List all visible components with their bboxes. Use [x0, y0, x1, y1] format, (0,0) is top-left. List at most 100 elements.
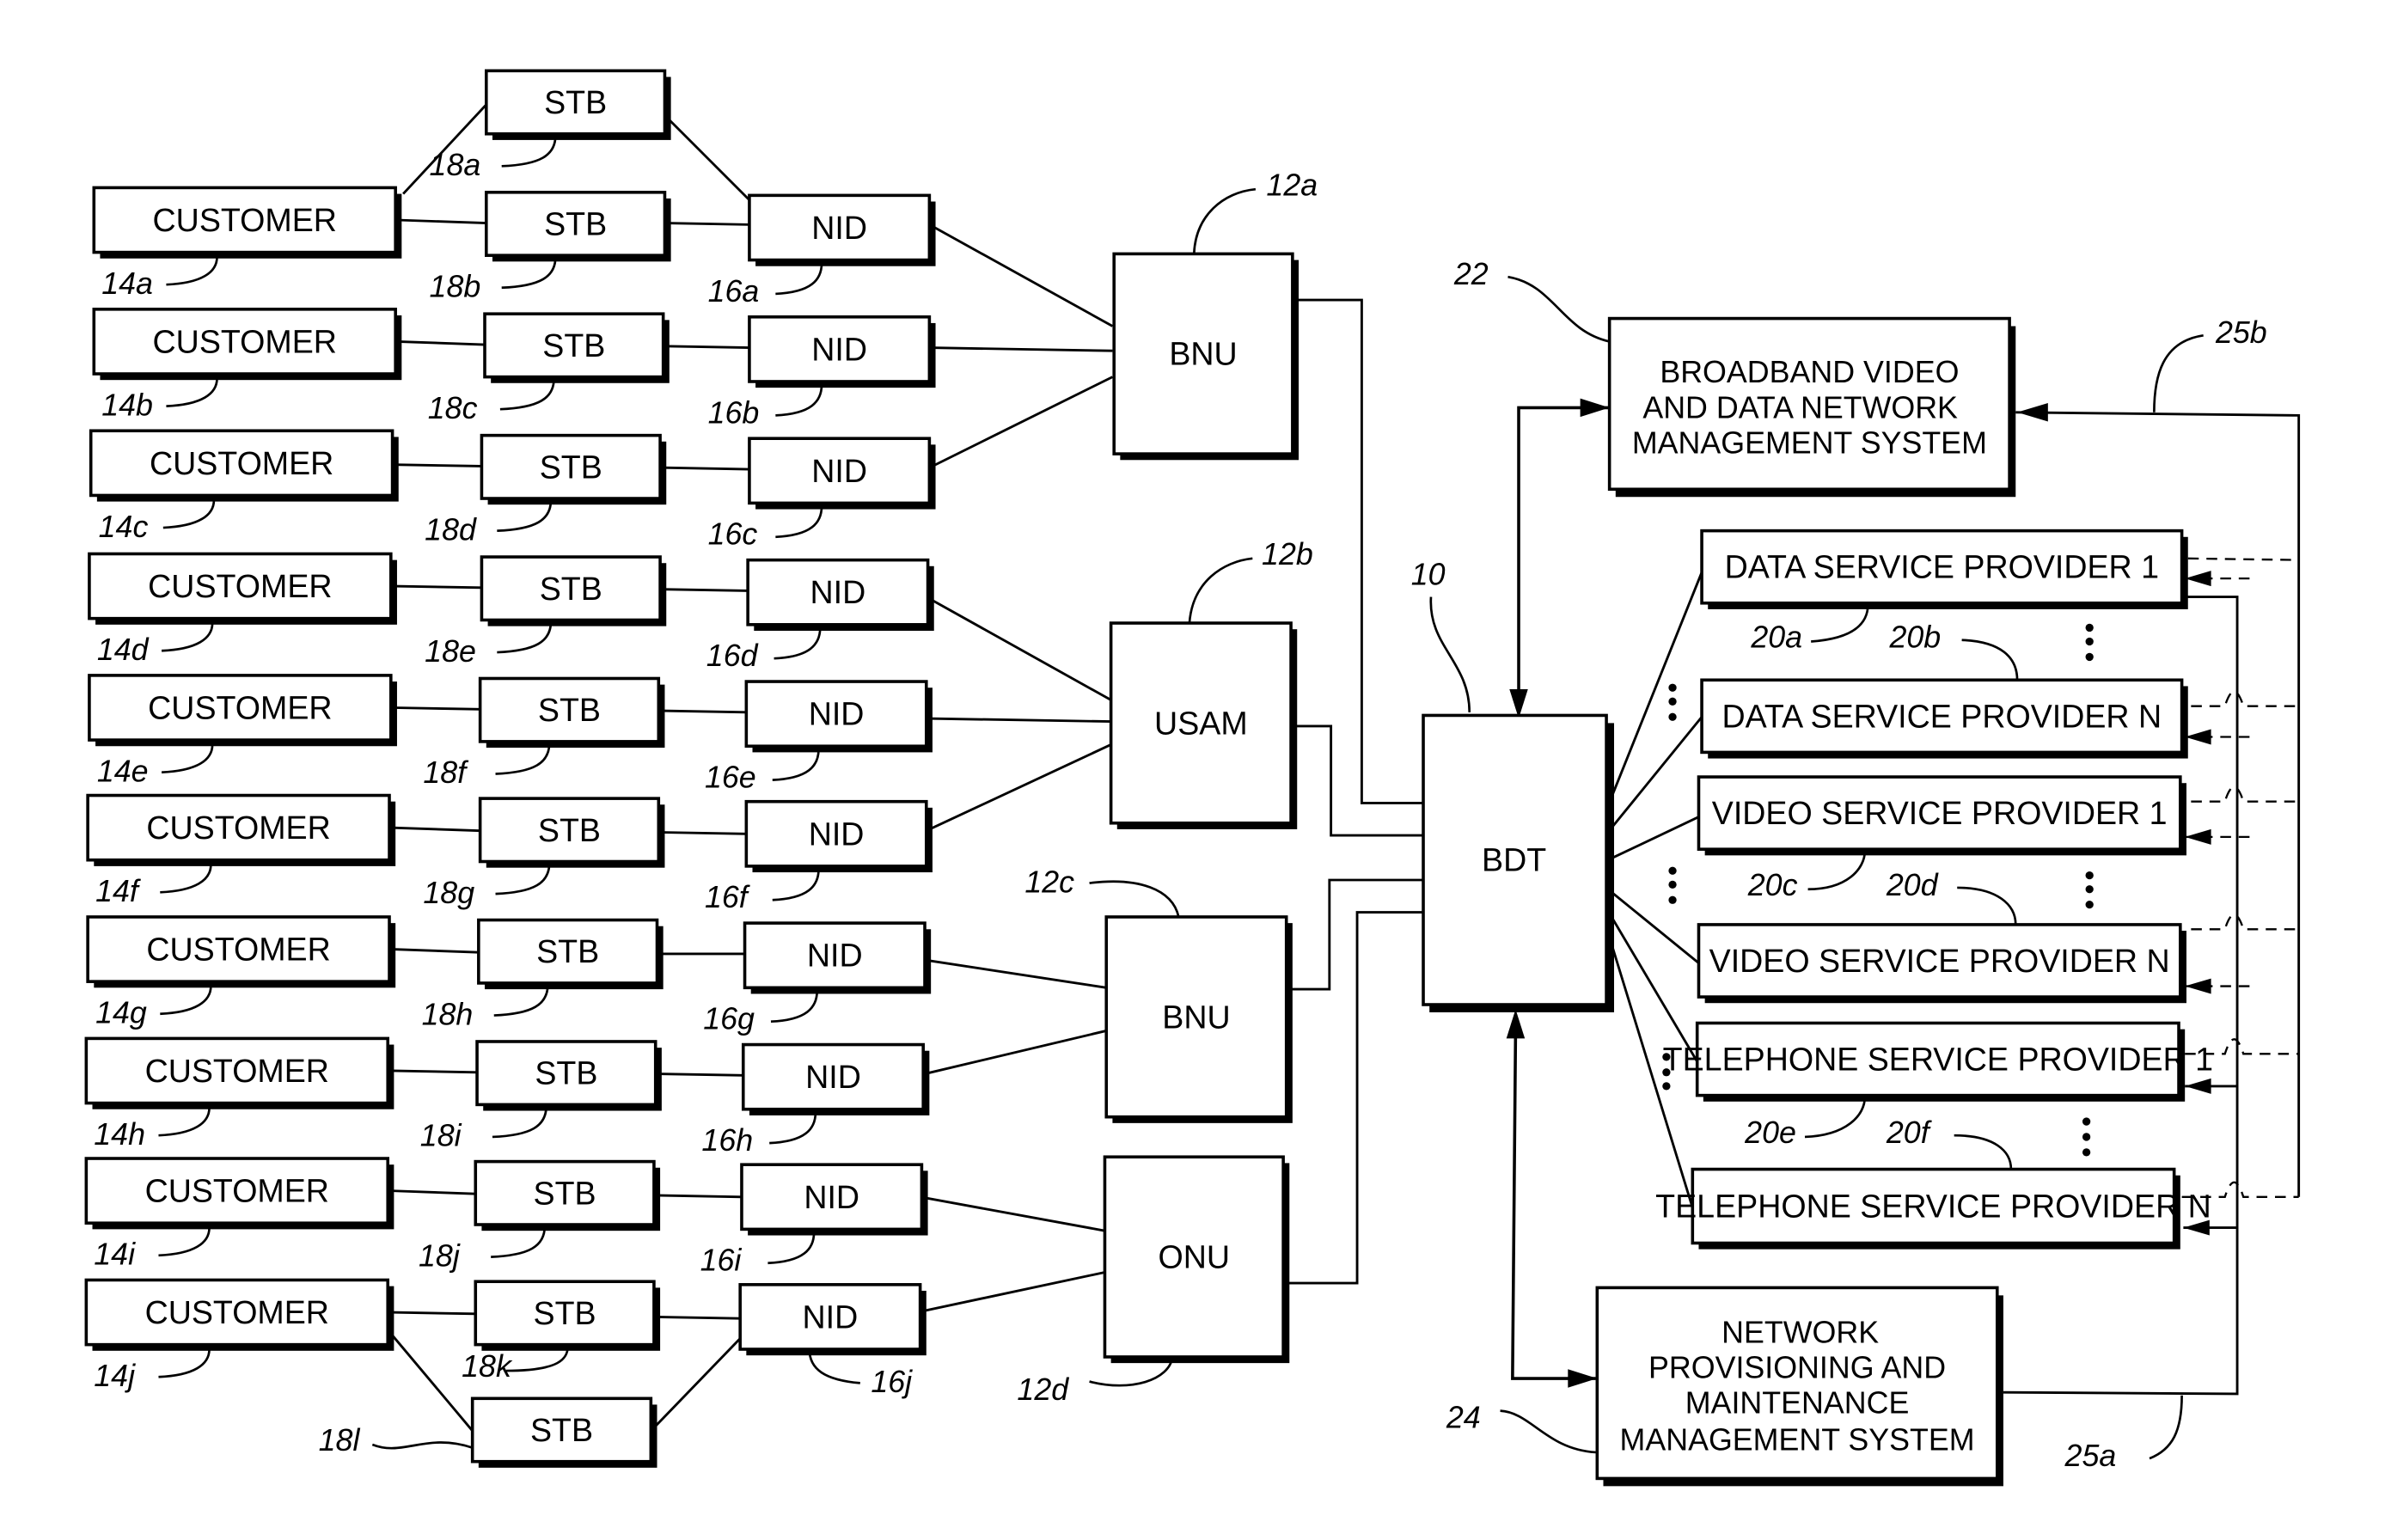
bdt-box: BDT [1422, 713, 1615, 1012]
customer-box-ref: 14d [97, 632, 150, 667]
provisioning-ref: 24 [1446, 1400, 1481, 1434]
nid-box-label: NID [809, 696, 865, 732]
nid-box-label: NID [811, 210, 867, 246]
service-provider-box-label: DATA SERVICE PROVIDER N [1722, 698, 2162, 734]
service-provider-box-label: DATA SERVICE PROVIDER 1 [1725, 549, 2159, 585]
stb-box: STB [480, 433, 667, 505]
service-provider-box: TELEPHONE SERVICE PROVIDER N [1655, 1167, 2211, 1250]
stb-box-label: STB [538, 692, 601, 728]
stb-box-label: STB [538, 812, 601, 848]
access-unit-box: BNU [1112, 252, 1300, 461]
nid-box: NID [738, 1283, 926, 1356]
nid-box-label: NID [811, 331, 867, 367]
customers: CUSTOMER14aCUSTOMER14bCUSTOMER14cCUSTOME… [84, 186, 402, 1393]
stb-box-ref: 18i [420, 1119, 462, 1153]
customer-box-ref: 14g [95, 995, 147, 1030]
nid-box: NID [740, 1163, 928, 1236]
nid-box-ref: 16e [705, 761, 756, 795]
stb-box-label: STB [530, 1412, 593, 1448]
service-provider-box-ref: 20e [1744, 1115, 1796, 1150]
nid-box: NID [748, 437, 936, 510]
nid-box-ref: 16c [708, 517, 758, 552]
service-provider-box-ref: 20d [1886, 868, 1939, 902]
service-provider-box-label: VIDEO SERVICE PROVIDER 1 [1712, 795, 2168, 831]
stb-box-ref: 18e [425, 634, 476, 669]
stb-box-ref: 18f [423, 755, 469, 790]
stb-box-label: STB [544, 84, 607, 120]
nid-box: NID [741, 1042, 930, 1115]
customer-box: CUSTOMER [89, 429, 399, 502]
nid-box-ref: 16i [700, 1244, 743, 1278]
customer-box-ref: 14c [99, 510, 149, 544]
access-unit-box-label: BNU [1169, 336, 1237, 372]
customer-box: CUSTOMER [92, 308, 402, 381]
customer-box-ref: 14e [97, 754, 149, 788]
service-provider-box: TELEPHONE SERVICE PROVIDER 1 [1663, 1021, 2213, 1102]
service-provider-box-label: TELEPHONE SERVICE PROVIDER 1 [1663, 1042, 2213, 1078]
customer-box-label: CUSTOMER [150, 445, 333, 481]
access-unit-box-ref: 12c [1024, 865, 1074, 899]
nids: NID 16a NID 16b NID 16c NID 16d NID 16e NID 16f NID 1… [700, 193, 936, 1399]
stb-box-ref: 18g [423, 876, 474, 910]
stb-box-label: STB [534, 1295, 596, 1331]
service-provider-box: VIDEO SERVICE PROVIDER 1 [1697, 775, 2186, 856]
stb-box: STB [470, 1396, 657, 1468]
access-unit-box: USAM [1109, 621, 1298, 829]
service-provider-box-ref: 20b [1888, 620, 1941, 655]
stb-box: STB [478, 676, 665, 749]
stb-box: STB [485, 69, 671, 140]
provisioning-line-2: PROVISIONING AND [1648, 1350, 1946, 1384]
stb-box-ref: 18a [430, 148, 481, 182]
nid-box-label: NID [811, 453, 867, 489]
stb-box-label: STB [542, 327, 605, 364]
nid-box: NID [748, 193, 936, 266]
provisioning-line-4: MANAGEMENT SYSTEM [1620, 1423, 1975, 1458]
access-unit-box-label: USAM [1154, 705, 1248, 741]
customer-box-label: CUSTOMER [146, 932, 330, 968]
service-provider-box: VIDEO SERVICE PROVIDER N [1697, 923, 2186, 1004]
stb-box: STB [477, 918, 664, 990]
stb-box-label: STB [544, 205, 607, 241]
stb-box: STB [474, 1159, 661, 1231]
bdt-ref: 10 [1411, 557, 1446, 591]
set-top-boxes: STB 18a STB 18b STB 18c STB 18d STB 18e STB 18f STB 1… [319, 69, 671, 1468]
nid-box-ref: 16a [708, 274, 760, 309]
nid-box-ref: 16f [705, 880, 751, 914]
customer-box-ref: 14h [94, 1117, 145, 1152]
stb-box-ref: 18k [462, 1349, 513, 1384]
access-unit-box-ref: 12d [1017, 1372, 1069, 1407]
customer-box-label: CUSTOMER [145, 1053, 329, 1089]
network-management-line-2: AND DATA NETWORK [1642, 390, 1958, 425]
provisioning-line-3: MAINTENANCE [1685, 1386, 1910, 1421]
access-unit-box: ONU [1103, 1155, 1290, 1364]
bdt-label: BDT [1482, 842, 1546, 878]
service-provider-box: DATA SERVICE PROVIDER 1 [1700, 529, 2188, 609]
stb-box-label: STB [536, 933, 599, 969]
customer-box-label: CUSTOMER [145, 1173, 329, 1209]
customer-box-label: CUSTOMER [153, 202, 337, 238]
customer-box-ref: 14i [94, 1238, 136, 1272]
network-management-line-3: MANAGEMENT SYSTEM [1632, 426, 1987, 461]
network-management-box: BROADBAND VIDEO AND DATA NETWORK MANAGEM… [1607, 316, 2016, 498]
customer-box-ref: 14b [101, 388, 153, 422]
stb-box: STB [475, 1040, 662, 1111]
access-unit-box-ref: 12b [1262, 537, 1313, 571]
network-diagram: CUSTOMER14aCUSTOMER14bCUSTOMER14cCUSTOME… [84, 69, 2301, 1487]
service-provider-box: DATA SERVICE PROVIDER N [1700, 678, 2188, 759]
nid-box: NID [743, 921, 932, 994]
customer-box-label: CUSTOMER [145, 1294, 329, 1330]
nid-box-ref: 16d [706, 639, 759, 673]
customer-box-label: CUSTOMER [153, 323, 337, 359]
bus-ref-25a: 25a [2064, 1439, 2117, 1473]
provisioning-line-1: NETWORK [1721, 1315, 1879, 1349]
customer-box-label: CUSTOMER [148, 689, 332, 725]
nid-box-label: NID [805, 1059, 861, 1095]
nid-box-ref: 16g [703, 1002, 755, 1036]
stb-box-ref: 18d [425, 512, 477, 547]
customer-box: CUSTOMER [86, 793, 396, 866]
access-unit-box-label: ONU [1159, 1239, 1231, 1275]
service-provider-box-ref: 20c [1747, 868, 1798, 902]
nid-box-label: NID [804, 1179, 859, 1215]
customer-box-label: CUSTOMER [146, 810, 330, 846]
nid-box-label: NID [807, 938, 863, 974]
